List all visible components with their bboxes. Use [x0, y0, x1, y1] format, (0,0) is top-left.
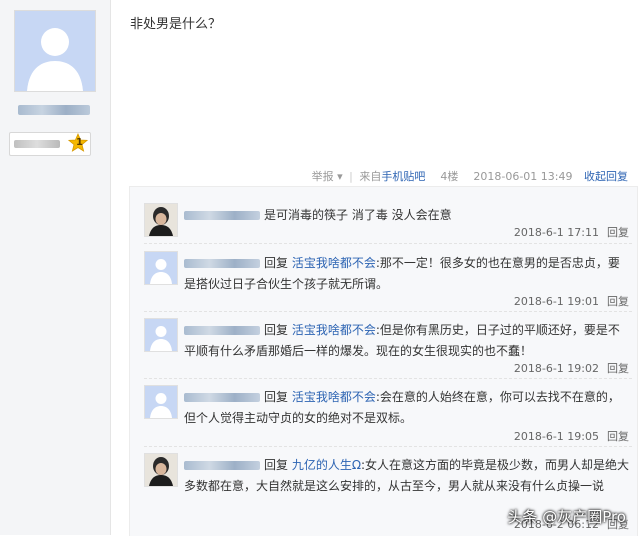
post-meta: 举报 ▾ | 来自手机贴吧 4楼 2018-06-01 13:49 收起回复 [311, 168, 630, 184]
reply-avatar[interactable] [144, 385, 178, 419]
reply-time: 2018-6-1 19:05 [513, 430, 599, 443]
reply-button[interactable]: 回复 [607, 362, 629, 375]
reply-target-user[interactable]: 活宝我啥都不会 [292, 323, 376, 337]
reply-target-user[interactable]: 活宝我啥都不会 [292, 256, 376, 270]
reply-avatar[interactable] [144, 453, 178, 487]
default-avatar-icon [15, 11, 95, 91]
reply-username-blurred[interactable] [184, 259, 260, 268]
reply-target-user[interactable]: 九亿的人生Ω [292, 458, 361, 472]
reply-time: 2018-6-1 19:01 [513, 295, 599, 308]
default-avatar-icon [145, 319, 177, 351]
reply-button[interactable]: 回复 [607, 430, 629, 443]
reply-divider [144, 446, 632, 447]
reply-time: 2018-6-1 19:02 [513, 362, 599, 375]
reply-divider [144, 311, 632, 312]
post-datetime: 2018-06-01 13:49 [473, 170, 573, 183]
reply-username-blurred[interactable] [184, 393, 260, 402]
reply-avatar[interactable] [144, 318, 178, 352]
reply-button[interactable]: 回复 [607, 295, 629, 308]
author-username-blurred[interactable] [18, 104, 90, 116]
level-title-blurred [14, 140, 60, 148]
watermark: 头条 @灰产圈Pro [507, 508, 626, 526]
reply-avatar[interactable] [144, 251, 178, 285]
default-avatar-icon [145, 386, 177, 418]
default-avatar-icon [145, 252, 177, 284]
reply-list: 是可消毒的筷子 消了毒 没人会在意 2018-6-1 17:11 回复 回复 活宝… [129, 186, 638, 536]
level-badge[interactable]: 1 [9, 132, 91, 156]
reply-avatar[interactable] [144, 203, 178, 237]
reply-footer: 2018-6-1 17:11 回复 [514, 224, 629, 240]
reply-divider [144, 243, 632, 244]
collapse-replies-button[interactable]: 收起回复 [582, 168, 630, 184]
reply-username-blurred[interactable] [184, 461, 260, 470]
source-link[interactable]: 手机贴吧 [381, 170, 425, 183]
reply-button[interactable]: 回复 [607, 226, 629, 239]
reply-footer: 2018-6-1 19:05 回复 [514, 428, 629, 444]
source-prefix: 来自 [359, 170, 382, 183]
reply-footer: 2018-6-1 19:02 回复 [514, 360, 629, 376]
user-photo-icon [145, 454, 177, 486]
reply-divider [144, 378, 632, 379]
level-number: 1 [76, 137, 83, 148]
author-sidebar: 1 [0, 0, 111, 535]
reply-username-blurred[interactable] [184, 326, 260, 335]
reply-text: 是可消毒的筷子 消了毒 没人会在意 [264, 208, 452, 222]
reply-target-user[interactable]: 活宝我啥都不会 [292, 390, 376, 404]
reply-username-blurred[interactable] [184, 211, 260, 220]
report-link[interactable]: 举报 ▾ [312, 170, 343, 183]
author-avatar[interactable] [14, 10, 96, 92]
post-content: 非处男是什么？ [130, 17, 222, 32]
user-photo-icon [145, 204, 177, 236]
reply-time: 2018-6-1 17:11 [513, 226, 599, 239]
reply-footer: 2018-6-1 19:01 回复 [514, 293, 629, 309]
floor-number: 4楼 [440, 170, 459, 183]
